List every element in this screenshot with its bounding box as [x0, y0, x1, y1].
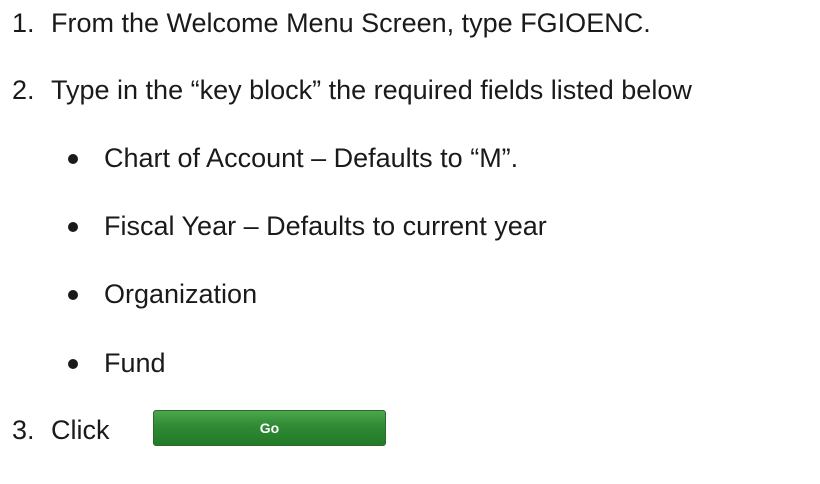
- step-1-text: From the Welcome Menu Screen, type FGIOE…: [51, 8, 651, 38]
- go-button[interactable]: Go: [153, 410, 386, 446]
- bullet-icon: [68, 154, 78, 164]
- bullet-icon: [68, 359, 78, 369]
- bullet-icon: [68, 290, 78, 300]
- required-field-fiscal-year: Fiscal Year – Defaults to current year: [68, 210, 547, 242]
- step-2-text: Type in the “key block” the required fie…: [51, 75, 692, 105]
- step-3: 3. Click: [12, 414, 110, 446]
- required-field-label: Fund: [104, 348, 166, 378]
- required-field-fund: Fund: [68, 347, 166, 379]
- step-3-text: Click: [51, 415, 110, 445]
- step-1: 1. From the Welcome Menu Screen, type FGI…: [12, 7, 651, 39]
- step-3-number: 3.: [12, 415, 35, 445]
- step-2-number: 2.: [12, 75, 35, 105]
- step-1-number: 1.: [12, 8, 35, 38]
- bullet-icon: [68, 222, 78, 232]
- required-field-label: Fiscal Year – Defaults to current year: [104, 211, 547, 241]
- required-field-label: Organization: [104, 279, 258, 309]
- required-field-organization: Organization: [68, 278, 258, 310]
- required-field-label: Chart of Account – Defaults to “M”.: [104, 143, 519, 173]
- required-field-chart-of-account: Chart of Account – Defaults to “M”.: [68, 142, 519, 174]
- step-2: 2. Type in the “key block” the required f…: [12, 74, 692, 106]
